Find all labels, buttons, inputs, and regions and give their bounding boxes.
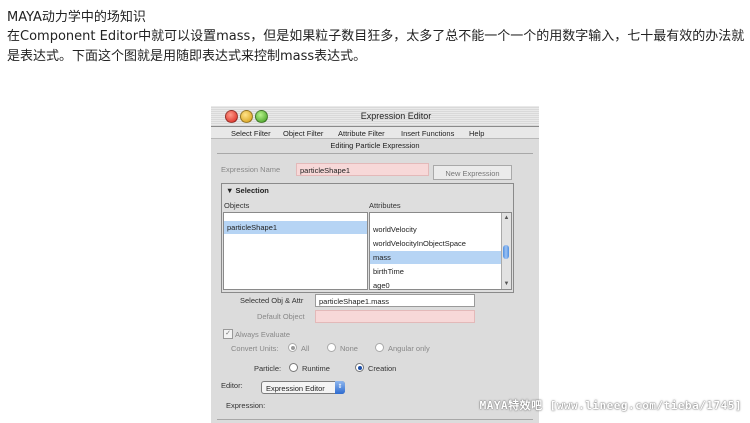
default-object-label: Default Object	[257, 312, 305, 321]
menu-attribute-filter[interactable]: Attribute Filter	[338, 129, 385, 138]
attributes-label: Attributes	[369, 201, 401, 210]
particle-creation-label: Creation	[368, 364, 397, 373]
particle-runtime-label: Runtime	[302, 364, 330, 373]
selected-obj-attr-label: Selected Obj & Attr	[240, 296, 304, 305]
particle-label: Particle:	[254, 364, 282, 373]
scroll-thumb[interactable]	[503, 245, 509, 259]
attributes-list[interactable]: worldVelocity worldVelocityInObjectSpace…	[369, 212, 512, 290]
attributes-scrollbar[interactable]: ▲ ▼	[501, 213, 511, 289]
menu-select-filter[interactable]: Select Filter	[231, 129, 271, 138]
list-item[interactable]: mass	[370, 251, 501, 264]
menu-object-filter[interactable]: Object Filter	[283, 129, 323, 138]
convert-units-label: Convert Units:	[231, 344, 279, 353]
convert-none-label: None	[340, 344, 358, 353]
expression-name-label: Expression Name	[221, 165, 281, 174]
collapse-triangle-icon[interactable]: ▼	[226, 186, 236, 195]
objects-label: Objects	[224, 201, 250, 210]
divider	[217, 153, 533, 154]
editor-dropdown[interactable]: Expression Editor ⇕	[261, 381, 345, 394]
article-paragraph: 在Component Editor中就可以设置mass，但是如果粒子数目狂多，太…	[7, 29, 745, 64]
selection-panel: ▼ Selection Objects Attributes particleS…	[221, 183, 514, 293]
selected-obj-attr-field[interactable]: particleShape1.mass	[315, 294, 475, 307]
convert-none-radio[interactable]	[327, 343, 336, 352]
divider	[217, 419, 533, 420]
new-expression-button[interactable]: New Expression	[433, 165, 512, 180]
list-item[interactable]: worldVelocityInObjectSpace	[370, 237, 501, 250]
list-item[interactable]: birthTime	[370, 265, 501, 278]
close-icon[interactable]	[225, 110, 238, 123]
editor-label: Editor:	[221, 381, 243, 390]
expression-editor-screenshot: Expression Editor Select Filter Object F…	[211, 106, 539, 423]
always-evaluate-checkbox[interactable]: ✓	[223, 329, 233, 339]
default-object-field[interactable]	[315, 310, 475, 323]
scroll-up-arrow-icon[interactable]: ▲	[502, 214, 511, 222]
article-title: MAYA动力学中的场知识	[7, 10, 146, 25]
list-item[interactable]: worldVelocity	[370, 223, 501, 236]
expression-label: Expression:	[226, 401, 266, 410]
convert-all-radio[interactable]	[288, 343, 297, 352]
list-item[interactable]: age0	[370, 279, 501, 292]
menu-help[interactable]: Help	[469, 129, 484, 138]
scroll-down-arrow-icon[interactable]: ▼	[502, 280, 511, 288]
dropdown-arrows-icon: ⇕	[335, 381, 345, 394]
always-evaluate-label: Always Evaluate	[235, 330, 291, 339]
menu-insert-functions[interactable]: Insert Functions	[401, 129, 454, 138]
window-title: Expression Editor	[360, 111, 432, 121]
minimize-icon[interactable]	[240, 110, 253, 123]
selection-header[interactable]: ▼ Selection	[226, 186, 269, 195]
particle-creation-radio[interactable]	[355, 363, 364, 372]
window-titlebar: Expression Editor	[211, 106, 539, 127]
menu-bar: Select Filter Object Filter Attribute Fi…	[211, 127, 539, 139]
convert-all-label: All	[301, 344, 310, 353]
objects-list[interactable]: particleShape1	[223, 212, 368, 290]
watermark: MAYA特效吧 [www.lineeg.com/tieba/1745]	[479, 399, 742, 412]
editor-dropdown-value: Expression Editor	[266, 384, 325, 393]
expression-name-field[interactable]: particleShape1	[296, 163, 429, 176]
list-item[interactable]: particleShape1	[224, 221, 367, 234]
zoom-icon[interactable]	[255, 110, 268, 123]
convert-angular-radio[interactable]	[375, 343, 384, 352]
particle-runtime-radio[interactable]	[289, 363, 298, 372]
editing-mode-label: Editing Particle Expression	[330, 141, 420, 150]
convert-angular-label: Angular only	[388, 344, 430, 353]
